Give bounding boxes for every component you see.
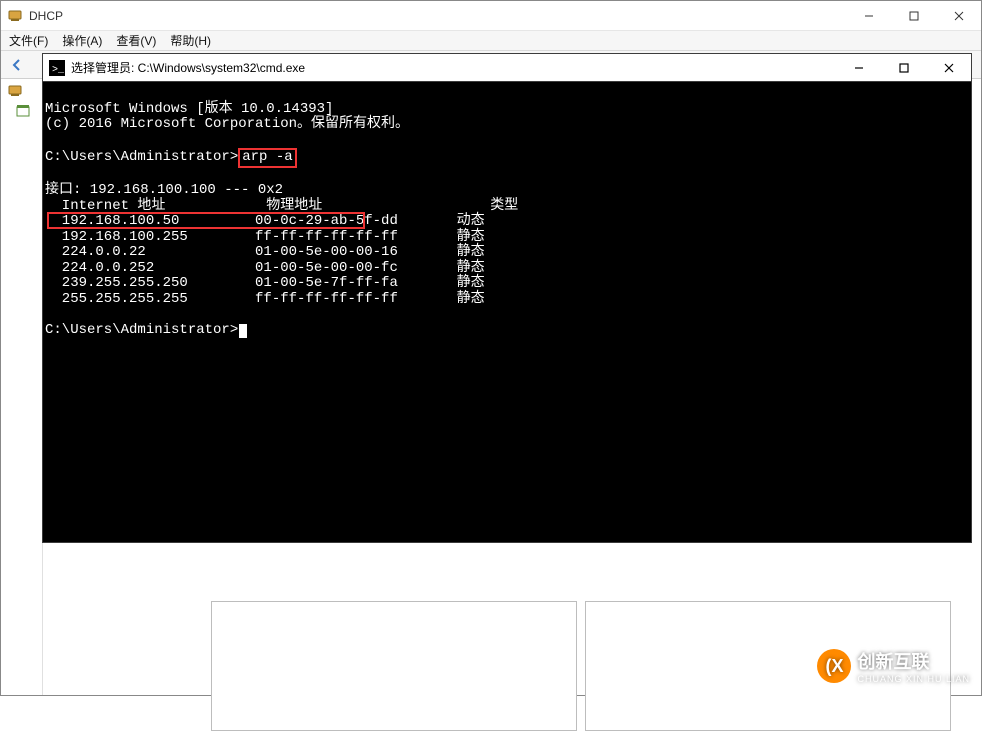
watermark-badge-icon: (X — [817, 649, 851, 683]
terminal-cursor — [239, 324, 247, 338]
arp-table-row: 255.255.255.255 ff-ff-ff-ff-ff-ff 静态 — [43, 291, 485, 307]
menu-help[interactable]: 帮助(H) — [170, 32, 211, 49]
toolbar-back-button[interactable] — [5, 54, 29, 76]
terminal-prompt: C:\Users\Administrator> — [45, 149, 238, 165]
cmd-titlebar[interactable]: >_ 选择管理员: C:\Windows\system32\cmd.exe — [43, 54, 971, 82]
dhcp-title: DHCP — [29, 9, 846, 23]
arp-table-row: 239.255.255.250 01-00-5e-7f-ff-fa 静态 — [43, 275, 485, 291]
dhcp-window-controls — [846, 1, 981, 31]
dhcp-icon — [7, 8, 23, 24]
watermark-text: 创新互联 CHUANG XIN HU LIAN — [857, 648, 970, 684]
cmd-minimize-button[interactable] — [836, 53, 881, 83]
arp-table-row: 224.0.0.22 01-00-5e-00-00-16 静态 — [43, 244, 485, 260]
dhcp-titlebar[interactable]: DHCP — [1, 1, 981, 31]
menu-file[interactable]: 文件(F) — [9, 32, 48, 49]
dhcp-menubar: 文件(F) 操作(A) 查看(V) 帮助(H) — [1, 31, 981, 51]
cmd-title: 选择管理员: C:\Windows\system32\cmd.exe — [71, 59, 836, 76]
close-button[interactable] — [936, 1, 981, 31]
highlighted-arp-row-box — [47, 212, 365, 229]
terminal-prompt-line: C:\Users\Administrator>arp -a — [43, 149, 297, 165]
terminal-line — [43, 167, 45, 183]
cmd-terminal[interactable]: Microsoft Windows [版本 10.0.14393] (c) 20… — [43, 82, 971, 542]
cmd-maximize-button[interactable] — [881, 53, 926, 83]
watermark-brand: 创新互联 — [857, 652, 929, 672]
watermark-sub: CHUANG XIN HU LIAN — [857, 674, 970, 684]
cmd-window-controls — [836, 53, 971, 83]
dhcp-panel-left[interactable] — [211, 601, 577, 731]
terminal-line — [43, 306, 45, 322]
tree-node-icon[interactable] — [15, 103, 31, 119]
terminal-line — [43, 132, 45, 148]
arp-table-row: 192.168.100.255 ff-ff-ff-ff-ff-ff 静态 — [43, 229, 485, 245]
terminal-prompt-line: C:\Users\Administrator> — [43, 322, 247, 338]
watermark: (X 创新互联 CHUANG XIN HU LIAN — [817, 648, 970, 684]
arp-table-row: 224.0.0.252 01-00-5e-00-00-fc 静态 — [43, 260, 485, 276]
cmd-close-button[interactable] — [926, 53, 971, 83]
cmd-window: >_ 选择管理员: C:\Windows\system32\cmd.exe Mi… — [42, 53, 972, 543]
menu-action[interactable]: 操作(A) — [62, 32, 102, 49]
dhcp-tree[interactable] — [1, 79, 43, 695]
terminal-line: 接口: 192.168.100.100 --- 0x2 — [43, 182, 283, 198]
terminal-prompt: C:\Users\Administrator> — [45, 322, 238, 338]
maximize-button[interactable] — [891, 1, 936, 31]
cmd-icon: >_ — [49, 60, 65, 76]
minimize-button[interactable] — [846, 1, 891, 31]
highlighted-command: arp -a — [238, 148, 296, 168]
menu-view[interactable]: 查看(V) — [116, 32, 156, 49]
tree-root-icon[interactable] — [7, 83, 23, 99]
svg-text:>_: >_ — [52, 65, 65, 76]
terminal-line: (c) 2016 Microsoft Corporation。保留所有权利。 — [43, 116, 409, 132]
terminal-line: Microsoft Windows [版本 10.0.14393] — [43, 101, 333, 117]
